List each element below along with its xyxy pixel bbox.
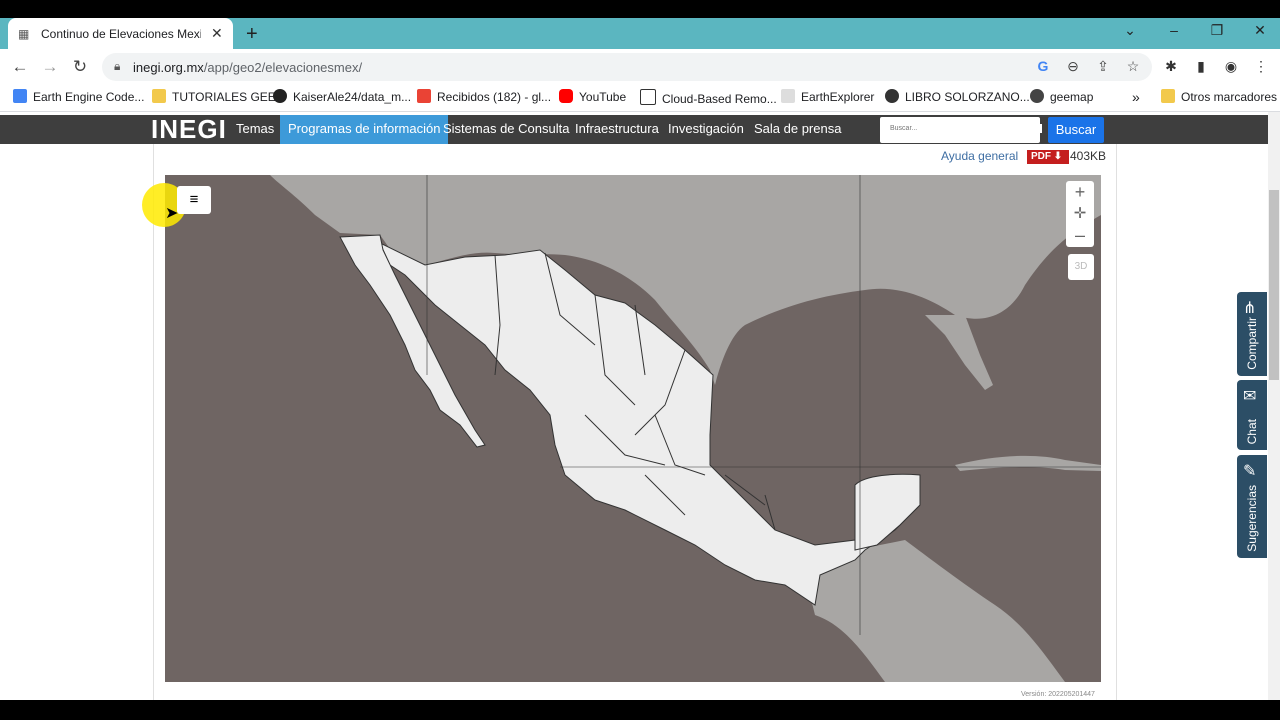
geemap-icon [1030,89,1044,103]
close-window-button[interactable]: ✕ [1250,22,1270,39]
bookmark-star-icon[interactable]: ☆ [1124,58,1142,75]
menu-investigacion[interactable]: Investigación [660,115,752,144]
bookmark-earth-engine[interactable]: Earth Engine Code... [13,89,144,105]
3d-view-button[interactable]: 3D [1068,254,1094,280]
menu-infraestructura[interactable]: Infraestructura [567,115,667,144]
folder-icon [152,89,166,103]
inegi-logo[interactable]: INEGI [151,114,227,145]
url-text[interactable]: inegi.org.mx/app/geo2/elevacionesmex/ [133,60,362,75]
mouse-cursor-icon: ➤ [165,205,179,222]
share-icon: ⋔ [1243,300,1257,317]
earthexplorer-icon [781,89,795,103]
google-icon[interactable]: G [1034,58,1052,74]
help-link[interactable]: Ayuda general [941,149,1018,163]
youtube-icon [559,89,573,103]
profile-avatar[interactable]: ◉ [1222,58,1240,75]
libro-icon [885,89,899,103]
download-icon: ⬇ [1053,151,1063,162]
version-label: Versión: 202205201447 [1021,691,1095,698]
cuba [955,455,1101,471]
bookmark-geemap[interactable]: geemap [1030,89,1093,105]
map-canvas[interactable] [165,175,1101,682]
share-tab[interactable]: ⋔ Compartir [1237,292,1267,376]
tab-search-icon[interactable]: ⌄ [1120,22,1140,39]
edit-icon: ✎ [1243,463,1257,480]
zoom-out-button[interactable]: – [1067,225,1093,245]
yucatan [854,473,921,551]
w-icon [640,89,656,105]
zoom-extent-button[interactable]: ✛ [1067,204,1093,224]
lock-icon[interactable]: 🔒︎ [114,59,120,74]
top-frame [0,0,1280,18]
scrollbar-thumb[interactable] [1269,190,1279,380]
chat-tab[interactable]: ✉ Chat [1237,380,1267,450]
bookmark-libro[interactable]: LIBRO SOLORZANO... [885,89,1030,105]
florida [925,315,993,390]
bookmark-github[interactable]: KaiserAle24/data_m... [273,89,411,105]
suggestions-tab[interactable]: ✎ Sugerencias [1237,455,1267,558]
reload-icon[interactable]: ↻ [70,57,90,77]
tab-close-icon[interactable]: ✕ [211,25,223,42]
map-menu-button[interactable]: ≡ [177,186,211,214]
menu-sala-prensa[interactable]: Sala de prensa [746,115,849,144]
bookmark-cloud-based[interactable]: Cloud-Based Remo... [640,89,777,107]
chat-icon: ✉ [1243,388,1257,405]
folder-icon [1161,89,1175,103]
search-button[interactable]: Buscar [1048,117,1104,143]
github-icon [273,89,287,103]
zoom-in-button[interactable]: + [1067,182,1093,202]
map-viewer[interactable] [165,175,1101,682]
chrome-menu-icon[interactable]: ⋮ [1252,58,1270,75]
extensions-icon[interactable]: ✱ [1162,58,1180,75]
zoom-icon[interactable]: ⊖ [1064,58,1082,75]
gmail-icon [417,89,431,103]
tab-title: Continuo de Elevaciones Mexicano [41,27,201,41]
bookmark-tutoriales-gee[interactable]: TUTORIALES GEE [152,89,276,105]
forward-icon[interactable]: → [40,57,60,77]
menu-programas[interactable]: Programas de información [280,115,449,144]
share-page-icon[interactable]: ⇪ [1094,58,1112,75]
other-bookmarks[interactable]: Otros marcadores [1161,89,1277,105]
back-icon[interactable]: ← [10,57,30,77]
pdf-download-badge[interactable]: PDF ⬇ [1027,150,1069,164]
new-tab-button[interactable]: + [246,23,258,46]
pdf-size: 403KB [1070,149,1107,163]
earth-engine-icon [13,89,27,103]
bookmarks-overflow-icon[interactable]: » [1132,89,1140,105]
site-search-field[interactable] [880,117,1042,143]
bookmark-gmail[interactable]: Recibidos (182) - gl... [417,89,551,105]
restore-button[interactable]: ❐ [1207,22,1227,39]
bottom-frame [0,700,1280,720]
minimize-button[interactable]: – [1164,22,1184,38]
menu-sistemas[interactable]: Sistemas de Consulta [435,115,577,144]
side-panel-icon[interactable]: ▮ [1192,58,1210,75]
bookmark-youtube[interactable]: YouTube [559,89,626,105]
menu-temas[interactable]: Temas [228,115,282,144]
site-search-input[interactable] [888,124,1042,133]
tab-favicon-icon: ▦ [18,27,30,41]
bookmark-earthexplorer[interactable]: EarthExplorer [781,89,874,105]
